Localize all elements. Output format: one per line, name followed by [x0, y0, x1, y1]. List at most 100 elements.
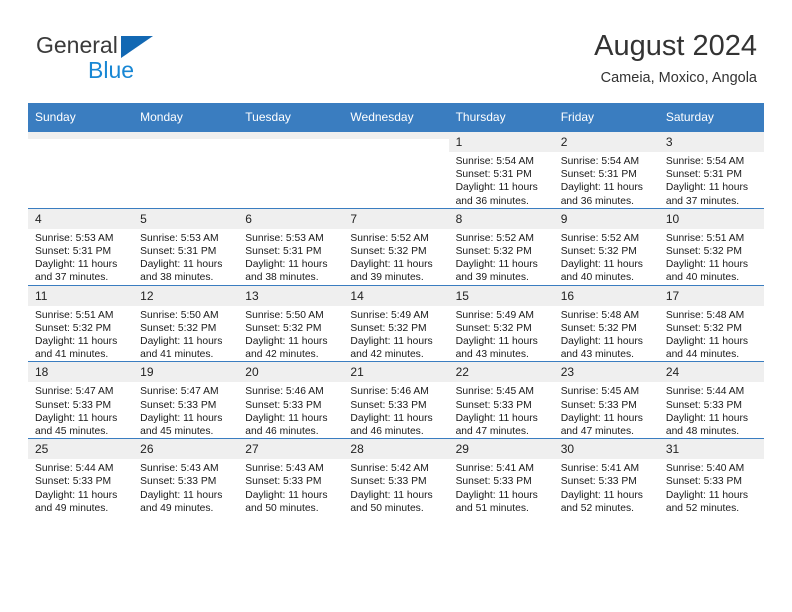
day-cell[interactable]: 8 Sunrise: 5:52 AM Sunset: 5:32 PM Daylight…	[448, 207, 554, 286]
daylight-line-1: Daylight: 11 hours	[245, 412, 328, 424]
sunset-line: Sunset: 5:32 PM	[245, 322, 322, 334]
day-details: Sunrise: 5:45 AM Sunset: 5:33 PM Daylight:…	[554, 382, 659, 438]
day-number	[28, 132, 134, 139]
sunrise-line: Sunrise: 5:54 AM	[455, 156, 534, 167]
day-details: Sunrise: 5:52 AM Sunset: 5:32 PM Daylight:…	[554, 229, 659, 285]
day-details: Sunrise: 5:40 AM Sunset: 5:33 PM Daylight:…	[659, 459, 764, 515]
daylight-line-2: and 47 minutes.	[455, 426, 529, 438]
day-cell[interactable]: 3 Sunrise: 5:54 AM Sunset: 5:31 PM Daylight…	[658, 131, 764, 209]
day-cell	[28, 131, 134, 209]
sunrise-line: Sunrise: 5:45 AM	[455, 386, 534, 398]
day-cell[interactable]: 21 Sunrise: 5:46 AM Sunset: 5:33 PM Dayligh…	[343, 361, 449, 439]
daylight-line-2: and 40 minutes.	[665, 272, 740, 284]
day-cell[interactable]: 23 Sunrise: 5:45 AM Sunset: 5:33 PM Dayligh…	[553, 361, 659, 439]
day-cell[interactable]: 15 Sunrise: 5:49 AM Sunset: 5:32 PM Dayligh…	[448, 284, 554, 362]
day-cell[interactable]: 2 Sunrise: 5:54 AM Sunset: 5:31 PM Daylight…	[553, 131, 659, 209]
calendar-week-row: 1 Sunrise: 5:54 AM Sunset: 5:31 PM Daylight…	[28, 131, 764, 209]
day-cell[interactable]: 27 Sunrise: 5:43 AM Sunset: 5:33 PM Dayligh…	[238, 438, 344, 516]
day-number: 31	[658, 439, 764, 460]
day-cell[interactable]: 19 Sunrise: 5:47 AM Sunset: 5:33 PM Dayligh…	[133, 361, 239, 439]
daylight-line-1: Daylight: 11 hours	[455, 489, 538, 501]
day-details: Sunrise: 5:54 AM Sunset: 5:31 PM Daylight:…	[554, 152, 659, 208]
sunset-line: Sunset: 5:32 PM	[455, 246, 532, 258]
daylight-line-2: and 39 minutes.	[350, 272, 424, 284]
logo-text-general: General	[36, 32, 118, 58]
daylight-line-1: Daylight: 11 hours	[140, 412, 223, 424]
day-cell[interactable]: 14 Sunrise: 5:49 AM Sunset: 5:32 PM Dayligh…	[343, 284, 449, 362]
day-details: Sunrise: 5:50 AM Sunset: 5:32 PM Daylight:…	[238, 306, 343, 362]
daylight-line-1: Daylight: 11 hours	[560, 182, 643, 194]
daylight-line-2: and 46 minutes.	[245, 426, 319, 438]
daylight-line-2: and 37 minutes.	[665, 195, 740, 207]
day-number: 4	[28, 208, 134, 229]
daylight-line-1: Daylight: 11 hours	[35, 489, 118, 501]
day-cell[interactable]: 4 Sunrise: 5:53 AM Sunset: 5:31 PM Daylight…	[28, 207, 134, 286]
page-header: General Blue August 2024 Cameia, Moxico,…	[0, 0, 792, 103]
day-cell[interactable]: 13 Sunrise: 5:50 AM Sunset: 5:32 PM Dayligh…	[238, 284, 344, 362]
sunrise-line: Sunrise: 5:51 AM	[665, 232, 745, 244]
calendar-body: 1 Sunrise: 5:54 AM Sunset: 5:31 PM Daylight…	[28, 131, 764, 516]
day-cell[interactable]: 17 Sunrise: 5:48 AM Sunset: 5:32 PM Dayligh…	[658, 284, 764, 362]
sunrise-line: Sunrise: 5:51 AM	[35, 309, 114, 321]
day-cell[interactable]: 29 Sunrise: 5:41 AM Sunset: 5:33 PM Dayligh…	[448, 438, 554, 516]
day-cell[interactable]: 16 Sunrise: 5:48 AM Sunset: 5:32 PM Dayligh…	[553, 284, 659, 362]
day-number: 22	[448, 362, 554, 383]
sunrise-line: Sunrise: 5:44 AM	[35, 463, 114, 475]
sunset-line: Sunset: 5:32 PM	[35, 322, 112, 334]
day-cell[interactable]: 25 Sunrise: 5:44 AM Sunset: 5:33 PM Dayligh…	[28, 438, 134, 516]
day-number: 10	[658, 208, 764, 229]
daylight-line-1: Daylight: 11 hours	[140, 259, 223, 271]
day-cell[interactable]: 24 Sunrise: 5:44 AM Sunset: 5:33 PM Dayligh…	[658, 361, 764, 439]
day-cell[interactable]: 28 Sunrise: 5:42 AM Sunset: 5:33 PM Dayligh…	[343, 438, 449, 516]
weekday-header-monday: Monday	[133, 103, 239, 132]
sunrise-line: Sunrise: 5:41 AM	[455, 463, 534, 475]
day-cell[interactable]: 18 Sunrise: 5:47 AM Sunset: 5:33 PM Dayligh…	[28, 361, 134, 439]
day-cell[interactable]: 12 Sunrise: 5:50 AM Sunset: 5:32 PM Dayligh…	[133, 284, 239, 362]
day-cell[interactable]: 22 Sunrise: 5:45 AM Sunset: 5:33 PM Dayligh…	[448, 361, 554, 439]
daylight-line-2: and 52 minutes.	[665, 502, 740, 514]
daylight-line-1: Daylight: 11 hours	[35, 336, 118, 348]
daylight-line-2: and 42 minutes.	[245, 349, 319, 361]
day-cell[interactable]: 31 Sunrise: 5:40 AM Sunset: 5:33 PM Dayligh…	[658, 438, 764, 516]
day-cell[interactable]: 1 Sunrise: 5:54 AM Sunset: 5:31 PM Daylight…	[448, 131, 554, 209]
daylight-line-1: Daylight: 11 hours	[350, 489, 433, 501]
day-cell[interactable]: 11 Sunrise: 5:51 AM Sunset: 5:32 PM Dayligh…	[28, 284, 134, 362]
day-details: Sunrise: 5:49 AM Sunset: 5:32 PM Daylight:…	[343, 306, 448, 362]
day-number	[238, 132, 344, 139]
day-number	[343, 132, 449, 139]
sunrise-line: Sunrise: 5:44 AM	[665, 386, 745, 398]
day-cell	[133, 131, 239, 209]
daylight-line-2: and 49 minutes.	[35, 502, 109, 514]
day-cell[interactable]: 5 Sunrise: 5:53 AM Sunset: 5:31 PM Daylight…	[133, 207, 239, 286]
day-cell[interactable]: 9 Sunrise: 5:52 AM Sunset: 5:32 PM Daylight…	[553, 207, 659, 286]
sunset-line: Sunset: 5:33 PM	[665, 399, 742, 411]
daylight-line-1: Daylight: 11 hours	[140, 489, 223, 501]
daylight-line-1: Daylight: 11 hours	[350, 336, 433, 348]
day-number: 23	[553, 362, 659, 383]
day-cell[interactable]: 20 Sunrise: 5:46 AM Sunset: 5:33 PM Dayligh…	[238, 361, 344, 439]
day-number: 11	[28, 285, 134, 306]
day-number: 24	[658, 362, 764, 383]
day-cell[interactable]: 30 Sunrise: 5:41 AM Sunset: 5:33 PM Dayligh…	[553, 438, 659, 516]
daylight-line-1: Daylight: 11 hours	[455, 259, 538, 271]
sunrise-line: Sunrise: 5:42 AM	[350, 463, 429, 475]
day-cell[interactable]: 10 Sunrise: 5:51 AM Sunset: 5:32 PM Dayligh…	[658, 207, 764, 286]
weekday-header-friday: Friday	[553, 103, 659, 132]
daylight-line-2: and 47 minutes.	[560, 426, 634, 438]
day-details: Sunrise: 5:48 AM Sunset: 5:32 PM Daylight:…	[659, 306, 764, 362]
sunset-line: Sunset: 5:32 PM	[350, 322, 427, 334]
sunrise-line: Sunrise: 5:52 AM	[455, 232, 534, 244]
weekday-header-wednesday: Wednesday	[343, 103, 449, 132]
day-cell[interactable]: 26 Sunrise: 5:43 AM Sunset: 5:33 PM Dayligh…	[133, 438, 239, 516]
weekday-header-tuesday: Tuesday	[238, 103, 344, 132]
day-cell[interactable]: 6 Sunrise: 5:53 AM Sunset: 5:31 PM Daylight…	[238, 207, 344, 286]
day-cell[interactable]: 7 Sunrise: 5:52 AM Sunset: 5:32 PM Daylight…	[343, 207, 449, 286]
daylight-line-2: and 38 minutes.	[245, 272, 319, 284]
day-details: Sunrise: 5:42 AM Sunset: 5:33 PM Daylight:…	[343, 459, 448, 515]
day-details: Sunrise: 5:41 AM Sunset: 5:33 PM Daylight:…	[449, 459, 554, 515]
weekday-header-saturday: Saturday	[658, 103, 764, 132]
day-details: Sunrise: 5:47 AM Sunset: 5:33 PM Daylight:…	[133, 382, 238, 438]
sunrise-line: Sunrise: 5:52 AM	[350, 232, 429, 244]
sunrise-line: Sunrise: 5:54 AM	[665, 156, 745, 167]
day-number: 19	[133, 362, 239, 383]
